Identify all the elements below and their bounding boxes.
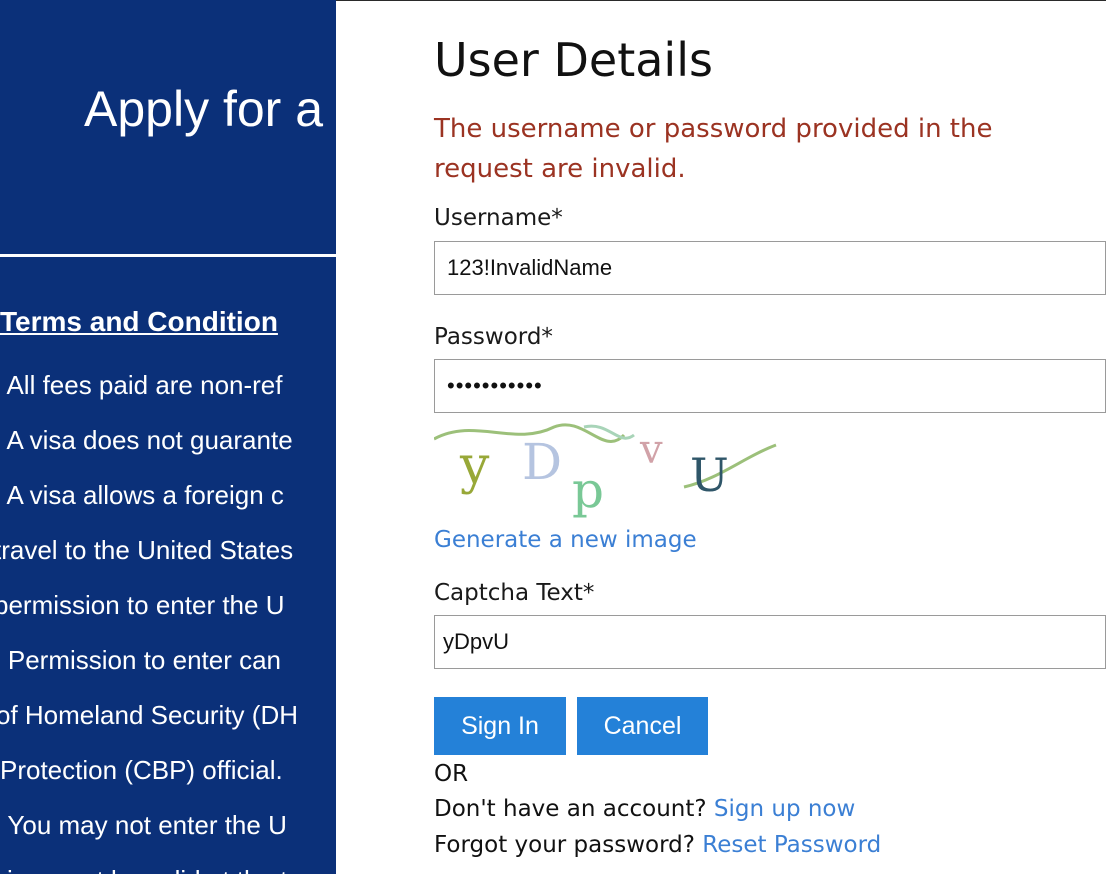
terms-line: visa must be valid at the t xyxy=(0,862,298,874)
terms-line: of Homeland Security (DH xyxy=(0,700,298,730)
terms-line: Protection (CBP) official. xyxy=(0,755,283,785)
password-label: Password* xyxy=(434,324,553,350)
username-label: Username* xyxy=(434,205,563,231)
reset-line: Forgot your password? Reset Password xyxy=(434,832,881,858)
reset-prompt: Forgot your password? xyxy=(434,832,695,858)
or-text: OR xyxy=(434,761,469,787)
user-details-dialog: User Details The username or password pr… xyxy=(336,0,1106,874)
generate-new-image-link[interactable]: Generate a new image xyxy=(434,527,697,553)
captcha-text-label: Captcha Text* xyxy=(434,580,595,606)
terms-line: - You may not enter the U xyxy=(0,810,287,840)
captcha-char: p xyxy=(572,461,604,519)
terms-line: travel to the United States xyxy=(0,535,294,565)
background-page: Apply for a Terms and Condition - All fe… xyxy=(0,0,336,874)
captcha-char: U xyxy=(690,448,729,502)
terms-line: permission to enter the U xyxy=(0,590,285,620)
background-page-title: Apply for a xyxy=(84,81,324,137)
signup-prompt: Don't have an account? xyxy=(434,796,707,822)
terms-line: - A visa allows a foreign c xyxy=(0,480,284,510)
error-message: The username or password provided in the… xyxy=(434,114,993,184)
username-input[interactable] xyxy=(434,241,1106,295)
background-divider xyxy=(0,254,336,257)
captcha-char: D xyxy=(522,433,562,491)
signup-line: Don't have an account? Sign up now xyxy=(434,796,855,822)
terms-line: - Permission to enter can xyxy=(0,645,282,675)
captcha-image: y D p v U xyxy=(434,423,777,519)
captcha-text-input[interactable] xyxy=(434,615,1106,669)
password-input[interactable] xyxy=(434,359,1106,413)
sign-up-link[interactable]: Sign up now xyxy=(714,796,855,822)
sign-in-button[interactable]: Sign In xyxy=(434,697,566,755)
captcha-char: v xyxy=(639,427,663,473)
terms-list: - All fees paid are non-ref - A visa doe… xyxy=(0,367,298,874)
captcha-char: y xyxy=(459,436,490,496)
cancel-button[interactable]: Cancel xyxy=(577,697,708,755)
terms-line: - A visa does not guarante xyxy=(0,425,293,455)
terms-heading: Terms and Condition xyxy=(0,306,278,337)
dialog-title: User Details xyxy=(434,33,713,87)
terms-line: - All fees paid are non-ref xyxy=(0,370,283,400)
reset-password-link[interactable]: Reset Password xyxy=(702,832,881,858)
